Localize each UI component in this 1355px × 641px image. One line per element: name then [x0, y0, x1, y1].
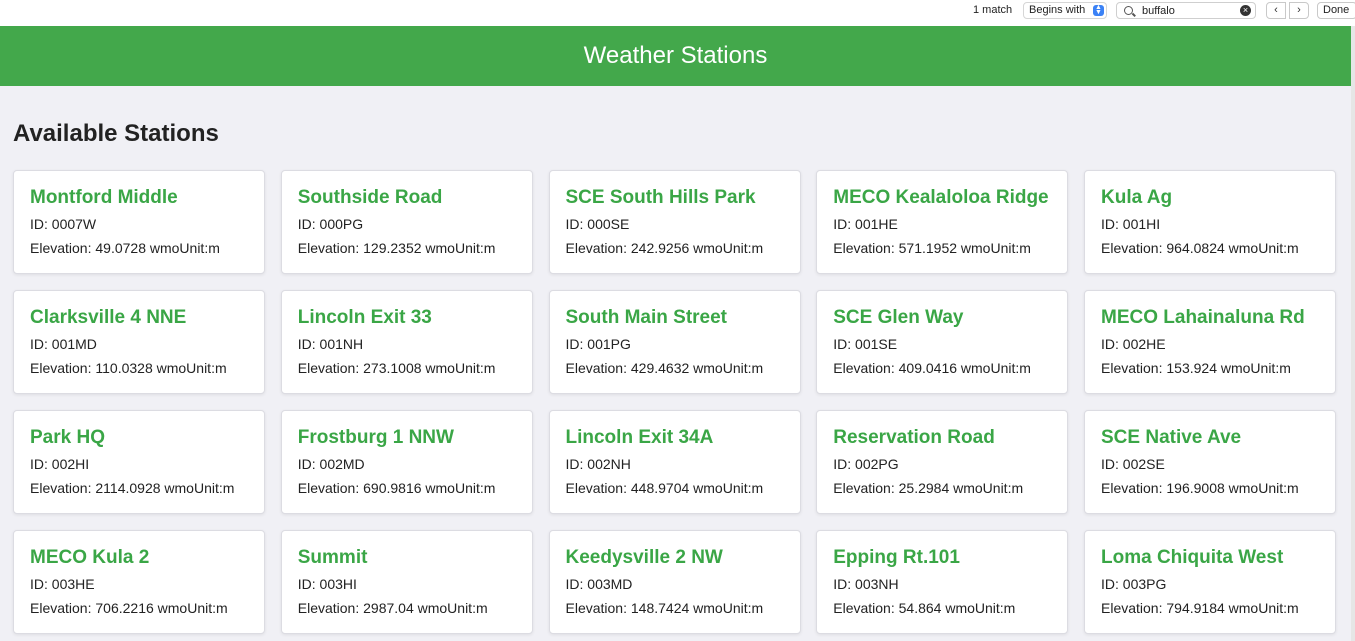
station-id: ID: 003NH: [833, 576, 899, 592]
station-elevation: Elevation: 25.2984 wmoUnit:m: [833, 480, 1024, 496]
station-id: ID: 002MD: [297, 456, 365, 472]
station-name[interactable]: Loma Chiquita West: [1101, 546, 1319, 569]
station-elevation: Elevation: 2987.04 wmoUnit:m: [297, 600, 488, 616]
station-elevation: Elevation: 429.4632 wmoUnit:m: [565, 360, 764, 376]
station-elevation: Elevation: 110.0328 wmoUnit:m: [30, 360, 227, 376]
station-elevation: Elevation: 153.924 wmoUnit:m: [1101, 360, 1291, 376]
station-id: ID: 002SE: [1101, 456, 1165, 472]
station-id: ID: 000PG: [297, 216, 364, 232]
station-name[interactable]: Lincoln Exit 33: [298, 306, 516, 329]
station-grid: Montford Middle ID: 0007W Elevation: 49.07…: [13, 170, 1336, 634]
station-id: ID: 003HI: [297, 576, 357, 592]
station-name[interactable]: Clarksville 4 NNE: [30, 306, 248, 329]
station-name[interactable]: Keedysville 2 NW: [566, 546, 784, 569]
station-card[interactable]: Keedysville 2 NW ID: 003MD Elevation: 148.…: [548, 530, 801, 634]
station-elevation: Elevation: 2114.0928 wmoUnit:m: [30, 480, 235, 496]
station-card[interactable]: MECO Lahainaluna Rd ID: 002HE Elevation: 1…: [1084, 290, 1336, 394]
station-name[interactable]: Kula Ag: [1101, 186, 1319, 209]
station-elevation: Elevation: 690.9816 wmoUnit:m: [297, 480, 496, 496]
station-elevation: Elevation: 448.9704 wmoUnit:m: [565, 480, 764, 496]
station-id: ID: 002HE: [1101, 336, 1166, 352]
find-bar: 1 match Begins with ▲▼ × ‹ › Done: [0, 0, 1355, 26]
station-elevation: Elevation: 54.864 wmoUnit:m: [833, 600, 1016, 616]
station-id: ID: 002NH: [565, 456, 631, 472]
chevron-right-icon: ›: [1297, 4, 1301, 16]
station-id: ID: 001HE: [833, 216, 898, 232]
station-id: ID: 002PG: [833, 456, 899, 472]
station-name[interactable]: South Main Street: [566, 306, 784, 329]
station-name[interactable]: SCE Glen Way: [833, 306, 1051, 329]
station-elevation: Elevation: 273.1008 wmoUnit:m: [297, 360, 496, 376]
station-id: ID: 001PG: [565, 336, 631, 352]
station-name[interactable]: MECO Lahainaluna Rd: [1101, 306, 1319, 329]
page-header: Weather Stations: [0, 26, 1351, 86]
station-elevation: Elevation: 706.2216 wmoUnit:m: [30, 600, 228, 616]
next-match-button[interactable]: ›: [1289, 2, 1309, 19]
station-name[interactable]: Lincoln Exit 34A: [566, 426, 784, 449]
station-id: ID: 0007W: [30, 216, 97, 232]
find-search-input[interactable]: [1142, 4, 1237, 17]
clear-search-icon[interactable]: ×: [1240, 5, 1251, 16]
station-card[interactable]: Southside Road ID: 000PG Elevation: 129.23…: [280, 170, 533, 274]
match-mode-select[interactable]: Begins with ▲ ▼: [1023, 2, 1107, 19]
station-card[interactable]: Lincoln Exit 33 ID: 001NH Elevation: 273.1…: [280, 290, 533, 394]
station-name[interactable]: Reservation Road: [833, 426, 1051, 449]
station-id: ID: 003PG: [1101, 576, 1167, 592]
station-id: ID: 003MD: [565, 576, 633, 592]
station-card[interactable]: MECO Kealaloloa Ridge ID: 001HE Elevation:…: [816, 170, 1069, 274]
section-title: Available Stations: [13, 120, 219, 147]
station-card[interactable]: MECO Kula 2 ID: 003HE Elevation: 706.2216 …: [13, 530, 265, 634]
station-name[interactable]: MECO Kealaloloa Ridge: [833, 186, 1051, 209]
station-card[interactable]: Summit ID: 003HI Elevation: 2987.04 wmoUni…: [280, 530, 533, 634]
station-card[interactable]: Kula Ag ID: 001HI Elevation: 964.0824 wmoU…: [1084, 170, 1336, 274]
station-id: ID: 003HE: [30, 576, 95, 592]
station-name[interactable]: MECO Kula 2: [30, 546, 248, 569]
station-id: ID: 000SE: [565, 216, 630, 232]
station-elevation: Elevation: 409.0416 wmoUnit:m: [833, 360, 1031, 376]
station-elevation: Elevation: 242.9256 wmoUnit:m: [565, 240, 764, 256]
find-search-box[interactable]: ×: [1116, 2, 1256, 19]
station-card[interactable]: Reservation Road ID: 002PG Elevation: 25.2…: [816, 410, 1069, 514]
station-elevation: Elevation: 148.7424 wmoUnit:m: [565, 600, 764, 616]
station-name[interactable]: Summit: [298, 546, 516, 569]
page-title: Weather Stations: [583, 42, 768, 69]
done-button[interactable]: Done: [1317, 2, 1355, 19]
station-card[interactable]: Lincoln Exit 34A ID: 002NH Elevation: 448.…: [548, 410, 801, 514]
station-name[interactable]: Montford Middle: [30, 186, 248, 209]
station-name[interactable]: SCE Native Ave: [1101, 426, 1319, 449]
station-card[interactable]: South Main Street ID: 001PG Elevation: 429…: [548, 290, 801, 394]
station-name[interactable]: Park HQ: [30, 426, 248, 449]
station-name[interactable]: Frostburg 1 NNW: [298, 426, 516, 449]
station-card[interactable]: SCE Glen Way ID: 001SE Elevation: 409.0416…: [816, 290, 1069, 394]
search-icon: [1124, 6, 1133, 15]
station-id: ID: 001NH: [297, 336, 364, 352]
station-id: ID: 002HI: [30, 456, 90, 472]
match-mode-value: Begins with: [1029, 4, 1086, 16]
station-card[interactable]: Park HQ ID: 002HI Elevation: 2114.0928 wmo…: [13, 410, 265, 514]
scrollbar[interactable]: [1351, 26, 1355, 641]
station-elevation: Elevation: 964.0824 wmoUnit:m: [1101, 240, 1299, 256]
station-elevation: Elevation: 196.9008 wmoUnit:m: [1101, 480, 1299, 496]
previous-match-button[interactable]: ‹: [1266, 2, 1286, 19]
chevron-left-icon: ‹: [1274, 4, 1278, 16]
station-name[interactable]: Epping Rt.101: [833, 546, 1051, 569]
station-elevation: Elevation: 571.1952 wmoUnit:m: [833, 240, 1031, 256]
station-elevation: Elevation: 129.2352 wmoUnit:m: [297, 240, 496, 256]
station-card[interactable]: Epping Rt.101 ID: 003NH Elevation: 54.864 …: [816, 530, 1069, 634]
station-card[interactable]: Loma Chiquita West ID: 003PG Elevation: 79…: [1084, 530, 1336, 634]
station-id: ID: 001MD: [30, 336, 97, 352]
station-card[interactable]: Clarksville 4 NNE ID: 001MD Elevation: 110…: [13, 290, 265, 394]
station-card[interactable]: Montford Middle ID: 0007W Elevation: 49.07…: [13, 170, 265, 274]
station-name[interactable]: Southside Road: [298, 186, 516, 209]
station-id: ID: 001HI: [1101, 216, 1161, 232]
station-elevation: Elevation: 794.9184 wmoUnit:m: [1101, 600, 1299, 616]
station-id: ID: 001SE: [833, 336, 898, 352]
station-card[interactable]: SCE Native Ave ID: 002SE Elevation: 196.90…: [1084, 410, 1336, 514]
station-card[interactable]: SCE South Hills Park ID: 000SE Elevation: …: [548, 170, 801, 274]
station-name[interactable]: SCE South Hills Park: [566, 186, 784, 209]
match-count: 1 match: [973, 4, 1013, 16]
station-elevation: Elevation: 49.0728 wmoUnit:m: [30, 240, 220, 256]
select-arrows-icon: ▲ ▼: [1093, 4, 1104, 16]
station-card[interactable]: Frostburg 1 NNW ID: 002MD Elevation: 690.9…: [280, 410, 533, 514]
